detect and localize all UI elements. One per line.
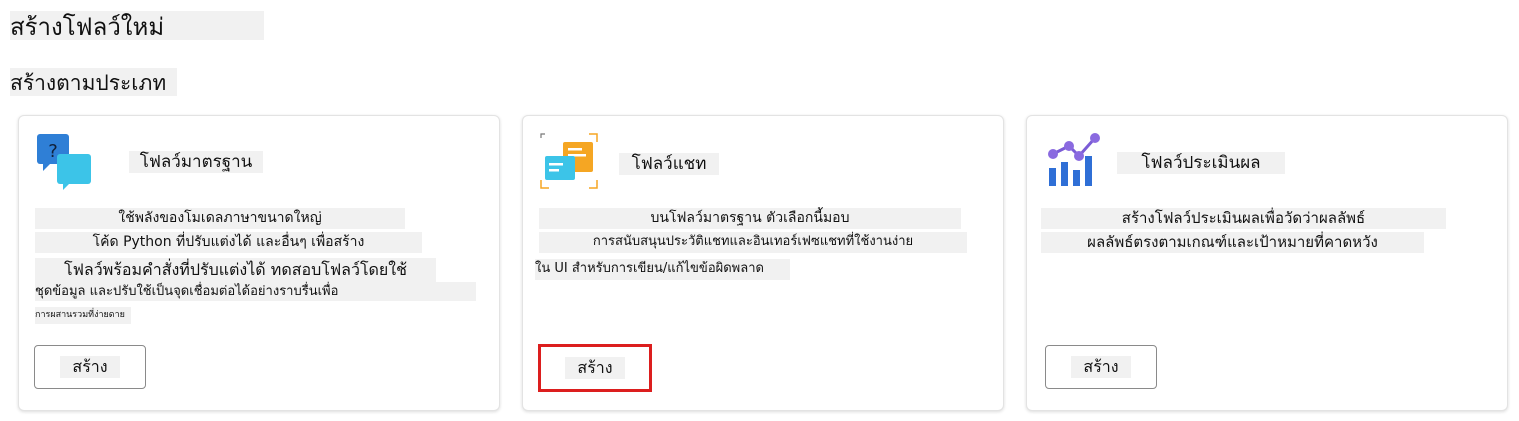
button-label: สร้าง [60,356,120,378]
description-line: ชุดข้อมูล และปรับใช้เป็นจุดเชื่อมต่อได้อ… [35,282,476,301]
description-line: ใน UI สำหรับการเขียน/แก้ไขข้อผิดพลาด [535,259,790,280]
description-line: โฟลว์พร้อมคำสั่งที่ปรับแต่งได้ ทดสอบโฟลว… [35,258,436,282]
description-line: โค้ด Python ที่ปรับแต่งได้ และอื่นๆ เพื่… [35,232,422,253]
card-standard-flow: ? โฟลว์มาตรฐาน ใช้พลังของโมเดลภาษาขนาดให… [18,115,500,411]
button-label: สร้าง [565,357,625,379]
card-chat-flow: โฟลว์แชท บนโฟลว์มาตรฐาน ตัวเลือกนี้มอบ ก… [522,115,1004,411]
evaluation-chart-icon [1045,132,1101,188]
svg-text:?: ? [48,141,58,162]
description-line: ใช้พลังของโมเดลภาษาขนาดใหญ่ [35,208,405,229]
description-line: การสนับสนุนประวัติแชทและอินเทอร์เฟซแชทที… [539,232,967,253]
chat-bubbles-icon [539,132,599,192]
page-title: สร้างโฟลว์ใหม่ [10,11,264,41]
card-title: โฟลว์มาตรฐาน [129,151,263,173]
description-line: การผสานรวมที่ง่ายดาย [35,307,131,324]
button-label: สร้าง [1071,356,1131,378]
description-line: ผลลัพธ์ตรงตามเกณฑ์และเป้าหมายที่คาดหวัง [1041,232,1424,253]
create-evaluation-flow-button[interactable]: สร้าง [1045,345,1157,389]
card-title: โฟลว์แชท [619,153,719,175]
description-line: บนโฟลว์มาตรฐาน ตัวเลือกนี้มอบ [539,208,961,229]
card-title: โฟลว์ประเมินผล [1117,152,1285,174]
section-title: สร้างตามประเภท [10,68,177,96]
create-chat-flow-button[interactable]: สร้าง [538,344,652,392]
create-standard-flow-button[interactable]: สร้าง [34,345,146,389]
chat-question-icon: ? [37,134,93,190]
card-evaluation-flow: โฟลว์ประเมินผล สร้างโฟลว์ประเมินผลเพื่อว… [1026,115,1508,411]
description-line: สร้างโฟลว์ประเมินผลเพื่อวัดว่าผลลัพธ์ [1041,208,1446,229]
